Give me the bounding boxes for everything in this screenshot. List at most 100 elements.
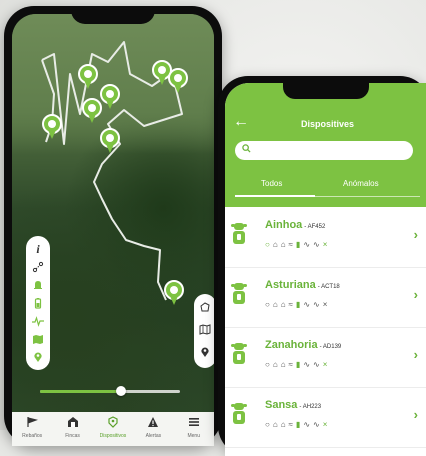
- chevron-right-icon[interactable]: ›: [414, 227, 418, 242]
- map-marker-device[interactable]: [168, 68, 188, 94]
- activity-icon: ∿: [303, 240, 311, 249]
- farm-icon: ⌂: [280, 240, 286, 249]
- cow-icon: [231, 343, 247, 365]
- polygon-icon[interactable]: [199, 301, 211, 316]
- wifi-icon: ≈: [288, 360, 293, 369]
- activity-icon: ∿: [303, 300, 311, 309]
- tab-todos[interactable]: Todos: [261, 179, 282, 188]
- map-toolbar-right: [194, 294, 214, 368]
- farm-icon: ⌂: [272, 300, 278, 309]
- nav-item-label: Rebaños: [22, 433, 43, 439]
- nav-item-rebanos[interactable]: Rebaños: [14, 416, 50, 439]
- map-toolbar-left: i: [26, 236, 50, 370]
- farm-icon: ⌂: [280, 420, 286, 429]
- device-code: - ACT18: [317, 284, 340, 290]
- device-status-icons: ○ ⌂ ⌂ ≈ ▮ ∿ ∿ ×: [265, 420, 327, 429]
- activity-icon: ∿: [313, 300, 320, 309]
- chevron-right-icon[interactable]: ›: [414, 347, 418, 362]
- phone-devices: ← Dispositives Todos Anómalos Ainhoa - AF…: [218, 76, 426, 456]
- list-item[interactable]: Asturiana - ACT18 ○ ⌂ ⌂ ≈ ▮ ∿ ∿ × ›: [225, 267, 426, 328]
- list-item[interactable]: Ainhoa - AF452 ○ ⌂ ⌂ ≈ ▮ ∿ ∿ × ›: [225, 207, 426, 268]
- timeline-slider-fill: [40, 390, 122, 393]
- tab-anomalos[interactable]: Anómalos: [343, 179, 379, 188]
- activity-icon[interactable]: [31, 315, 45, 327]
- farm-icon: ⌂: [272, 360, 278, 369]
- nav-item-dispositivos[interactable]: Dispositivos: [95, 416, 131, 439]
- nav-item-label: Fincas: [65, 433, 80, 439]
- activity-icon: ∿: [303, 360, 311, 369]
- page-title: Dispositives: [300, 119, 355, 129]
- activity-icon: ∿: [313, 360, 320, 369]
- map-icon[interactable]: [199, 323, 211, 338]
- no-signal-icon: ×: [322, 360, 328, 369]
- cow-icon: [231, 283, 247, 305]
- device-name: Ainhoa: [265, 219, 303, 231]
- route-icon: ○: [265, 420, 270, 429]
- tab-active-indicator: [235, 195, 315, 197]
- device-status-icons: ○ ⌂ ⌂ ≈ ▮ ∿ ∿ ×: [265, 360, 327, 369]
- no-signal-icon: ×: [322, 420, 328, 429]
- wifi-icon: ≈: [288, 420, 293, 429]
- phone-notch: [283, 83, 369, 99]
- cow-icon: [231, 403, 247, 425]
- location-pin-icon[interactable]: [31, 351, 45, 363]
- activity-icon: ∿: [313, 240, 320, 249]
- nav-item-label: Dispositivos: [99, 433, 127, 439]
- chevron-right-icon[interactable]: ›: [414, 287, 418, 302]
- no-signal-icon: ×: [322, 240, 328, 249]
- device-name: Asturiana: [265, 279, 316, 291]
- barn-icon: [67, 416, 79, 431]
- device-title: Sansa - AH223: [265, 395, 321, 413]
- farm-icon: ⌂: [280, 300, 286, 309]
- device-title: Asturiana - ACT18: [265, 275, 340, 293]
- device-title: Zanahoria - AD139: [265, 335, 341, 353]
- location-pin-icon[interactable]: [199, 346, 211, 361]
- list-item[interactable]: Sansa - AH223 ○ ⌂ ⌂ ≈ ▮ ∿ ∿ × ›: [225, 387, 426, 448]
- battery-icon[interactable]: [31, 297, 45, 309]
- cow-icon: [231, 223, 247, 245]
- tag-icon: [107, 416, 119, 431]
- map-layers-icon[interactable]: [31, 333, 45, 345]
- activity-icon: ∿: [303, 420, 311, 429]
- battery-icon: ▮: [295, 360, 301, 369]
- device-status-icons: ○ ⌂ ⌂ ≈ ▮ ∿ ∿ ×: [265, 300, 327, 309]
- battery-icon: ▮: [295, 240, 301, 249]
- route-icon: ○: [265, 300, 270, 309]
- map-marker-device[interactable]: [78, 64, 98, 90]
- phone-map: i Rebaños Fincas Dispositivos Alertas Me…: [4, 6, 222, 446]
- map-marker-device[interactable]: [100, 84, 120, 110]
- map-view[interactable]: i Rebaños Fincas Dispositivos Alertas Me…: [12, 14, 214, 446]
- map-marker-device[interactable]: [100, 128, 120, 154]
- chevron-right-icon[interactable]: ›: [414, 407, 418, 422]
- device-status-icons: ○ ⌂ ⌂ ≈ ▮ ∿ ∿ ×: [265, 240, 327, 249]
- nav-item-label: Alertas: [145, 433, 162, 439]
- battery-icon: ▮: [295, 420, 301, 429]
- info-icon[interactable]: i: [31, 243, 45, 255]
- flag-icon: [26, 416, 39, 431]
- search-icon: [242, 144, 251, 153]
- map-marker-device[interactable]: [82, 98, 102, 124]
- nav-item-menu[interactable]: Menu: [176, 416, 212, 439]
- farm-icon: ⌂: [280, 360, 286, 369]
- bell-icon[interactable]: [31, 279, 45, 291]
- devices-screen: ← Dispositives Todos Anómalos Ainhoa - AF…: [225, 83, 426, 456]
- nav-item-alertas[interactable]: Alertas: [135, 416, 171, 439]
- list-item[interactable]: Zanahoria - AD139 ○ ⌂ ⌂ ≈ ▮ ∿ ∿ × ›: [225, 327, 426, 388]
- device-name: Sansa: [265, 399, 298, 411]
- battery-icon: ▮: [295, 300, 301, 309]
- map-marker-device[interactable]: [42, 114, 62, 140]
- route-ok-icon: ○: [265, 240, 270, 249]
- nav-item-label: Menu: [187, 433, 200, 439]
- search-input[interactable]: [235, 141, 413, 160]
- route-icon[interactable]: [31, 261, 45, 273]
- device-code: - AF452: [304, 224, 326, 230]
- no-signal-icon: ×: [322, 300, 328, 309]
- device-code: - AD139: [319, 344, 342, 350]
- map-marker-selected[interactable]: [164, 280, 184, 306]
- tabs: Todos Anómalos: [225, 179, 426, 199]
- route-icon: ○: [265, 360, 270, 369]
- timeline-slider[interactable]: [40, 386, 180, 396]
- nav-item-fincas[interactable]: Fincas: [55, 416, 91, 439]
- farm-icon: ⌂: [272, 240, 278, 249]
- wifi-icon: ≈: [288, 240, 293, 249]
